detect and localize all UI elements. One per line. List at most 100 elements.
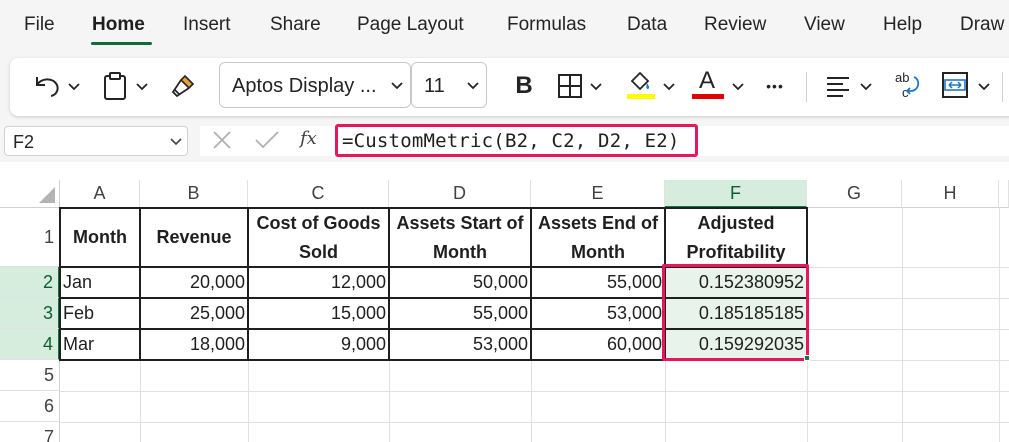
tab-data[interactable]: Data [627, 14, 667, 36]
row-header-4[interactable]: 4 [0, 329, 60, 360]
tab-review[interactable]: Review [704, 14, 766, 36]
column-header-a[interactable]: A [60, 180, 140, 208]
table-border [247, 207, 249, 361]
merge-button[interactable] [938, 68, 972, 102]
row-header-1[interactable]: 1 [0, 208, 60, 267]
fill-handle[interactable] [804, 355, 810, 361]
fill-color-button[interactable] [622, 66, 658, 102]
select-all-corner[interactable] [0, 180, 60, 208]
gridline [60, 422, 1009, 423]
row-header-5[interactable]: 5 [0, 360, 60, 391]
table-border [139, 207, 141, 361]
borders-dropdown-chevron-icon[interactable] [589, 80, 603, 94]
row-header-2[interactable]: 2 [0, 267, 60, 298]
font-color-button[interactable]: A [690, 66, 724, 96]
cell-e3[interactable]: 53,000 [531, 298, 665, 329]
ribbon [0, 52, 1009, 122]
name-box[interactable]: F2 [4, 126, 188, 156]
font-name-select[interactable]: Aptos Display ... [219, 62, 411, 108]
tab-formulas[interactable]: Formulas [507, 14, 586, 36]
font-name-chevron-icon [391, 82, 403, 90]
undo-button[interactable] [30, 70, 64, 102]
cell-f1-line2: Profitability [686, 241, 786, 262]
paste-icon [104, 72, 126, 100]
active-tab-indicator [91, 42, 152, 45]
font-name-value: Aptos Display ... [232, 75, 377, 97]
cell-f1[interactable]: Adjusted Profitability [665, 208, 807, 267]
cell-b3[interactable]: 25,000 [140, 298, 248, 329]
cell-b4[interactable]: 18,000 [140, 329, 248, 360]
paste-button[interactable] [98, 70, 132, 102]
format-painter-button[interactable] [166, 70, 200, 102]
tab-view[interactable]: View [804, 14, 845, 36]
select-all-triangle-icon [39, 187, 55, 203]
cell-e1-line2: Month [571, 241, 625, 262]
merge-icon [942, 72, 968, 98]
tab-draw[interactable]: Draw [960, 14, 1004, 36]
cell-d1-line1: Assets Start of [396, 212, 524, 233]
row-header-7[interactable]: 7 [0, 422, 60, 442]
wrap-text-icon: ab c [895, 70, 920, 100]
merge-chevron-icon[interactable] [977, 80, 991, 94]
cell-c3[interactable]: 15,000 [248, 298, 389, 329]
enter-check-icon[interactable] [254, 129, 280, 151]
column-header-f[interactable]: F [665, 180, 807, 208]
cancel-icon[interactable] [211, 129, 233, 151]
align-button[interactable] [822, 70, 854, 102]
cell-c2[interactable]: 12,000 [248, 267, 389, 298]
cell-d2[interactable]: 50,000 [389, 267, 531, 298]
row-header-6[interactable]: 6 [0, 391, 60, 422]
cell-a1[interactable]: Month [60, 208, 140, 267]
cell-f1-line1: Adjusted [697, 212, 775, 233]
cell-a4[interactable]: Mar [60, 329, 140, 360]
column-header-g[interactable]: G [807, 180, 902, 208]
paste-dropdown-chevron-icon[interactable] [135, 80, 149, 94]
fill-color-chevron-icon[interactable] [662, 80, 676, 94]
gridline [60, 391, 1009, 392]
cell-d1[interactable]: Assets Start of Month [389, 208, 531, 267]
cell-a3[interactable]: Feb [60, 298, 140, 329]
row-header-3[interactable]: 3 [0, 298, 60, 329]
bold-button[interactable]: B [508, 70, 540, 102]
cell-c4[interactable]: 9,000 [248, 329, 389, 360]
insert-function-button[interactable]: fx [300, 128, 317, 149]
cell-d3[interactable]: 55,000 [389, 298, 531, 329]
font-size-select[interactable]: 11 [411, 62, 487, 108]
column-header-e[interactable]: E [531, 180, 665, 208]
tab-share[interactable]: Share [270, 14, 321, 36]
column-header-c[interactable]: C [248, 180, 389, 208]
cell-e4[interactable]: 60,000 [531, 329, 665, 360]
svg-text:ab: ab [895, 70, 909, 85]
column-header-h[interactable]: H [902, 180, 999, 208]
tab-insert[interactable]: Insert [183, 14, 231, 36]
tab-help[interactable]: Help [883, 14, 922, 36]
tab-page-layout[interactable]: Page Layout [357, 14, 464, 36]
gridline [902, 208, 903, 442]
undo-dropdown-chevron-icon[interactable] [67, 80, 81, 94]
align-chevron-icon[interactable] [859, 80, 873, 94]
cell-c1-line1: Cost of Goods [256, 212, 381, 233]
font-size-chevron-icon [467, 82, 479, 90]
cell-a2[interactable]: Jan [60, 267, 140, 298]
cell-e2[interactable]: 55,000 [531, 267, 665, 298]
table-border [59, 207, 61, 361]
cell-e1[interactable]: Assets End of Month [531, 208, 665, 267]
tab-file[interactable]: File [24, 14, 55, 36]
font-color-chevron-icon[interactable] [731, 80, 745, 94]
font-size-value: 11 [424, 75, 445, 97]
cell-c1[interactable]: Cost of Goods Sold [248, 208, 389, 267]
font-color-swatch [692, 94, 724, 99]
cell-b1[interactable]: Revenue [140, 208, 248, 267]
borders-button[interactable] [554, 70, 586, 102]
cell-c1-line2: Sold [299, 241, 338, 262]
formula-input[interactable]: =CustomMetric(B2, C2, D2, E2) [335, 124, 698, 157]
tab-home[interactable]: Home [92, 14, 145, 36]
column-header-d[interactable]: D [389, 180, 531, 208]
name-box-value: F2 [13, 132, 35, 152]
undo-icon [36, 77, 59, 97]
column-header-b[interactable]: B [140, 180, 248, 208]
wrap-text-button[interactable]: ab c [890, 68, 924, 102]
cell-b2[interactable]: 20,000 [140, 267, 248, 298]
more-options-button[interactable]: ••• [758, 72, 792, 100]
cell-d4[interactable]: 53,000 [389, 329, 531, 360]
